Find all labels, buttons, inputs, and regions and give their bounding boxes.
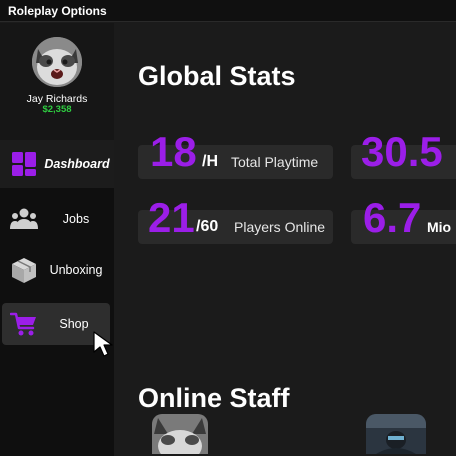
main-content: Global Stats 18 /H Total Playtime 30.5 2… (114, 23, 456, 456)
stat-label: Players Online (234, 219, 326, 235)
window-title: Roleplay Options (8, 4, 107, 18)
people-icon (10, 208, 38, 229)
stat-unit: /H (202, 153, 218, 170)
sidebar-item-label: Unboxing (49, 263, 103, 277)
sidebar: Jay Richards $2,358 Dashboard Jobs Unbox… (0, 23, 114, 456)
stat-unit: Mio (427, 219, 452, 235)
soldier-staff-image (366, 414, 426, 454)
stat-value: 18 (150, 128, 197, 175)
global-stats-title: Global Stats (138, 61, 306, 94)
stat-unit: /60 (196, 218, 219, 235)
dashboard-icon (12, 152, 36, 176)
title-bar: Roleplay Options (0, 0, 456, 22)
stat-value: 6.7 (363, 194, 422, 241)
stat-value: 21 (148, 194, 195, 241)
cat-staff-image (152, 414, 208, 454)
sidebar-item-label: Jobs (62, 212, 90, 226)
sidebar-item-unboxing[interactable]: Unboxing (0, 246, 114, 294)
profile-card: Jay Richards $2,358 (0, 23, 114, 141)
sidebar-item-dashboard[interactable]: Dashboard (0, 140, 114, 188)
sidebar-item-jobs[interactable]: Jobs (0, 195, 114, 243)
cart-icon (10, 312, 36, 336)
cat-avatar-image (32, 37, 82, 87)
profile-money: $2,358 (42, 104, 72, 115)
online-staff-title: Online Staff (138, 383, 300, 416)
sidebar-item-label: Dashboard (44, 157, 110, 171)
staff-avatar[interactable] (366, 414, 426, 454)
staff-avatar[interactable] (152, 414, 208, 454)
stat-label: Total Playtime (231, 154, 319, 170)
stat-value: 30.5 (361, 128, 443, 175)
box-icon (12, 258, 36, 283)
avatar[interactable] (32, 37, 82, 87)
